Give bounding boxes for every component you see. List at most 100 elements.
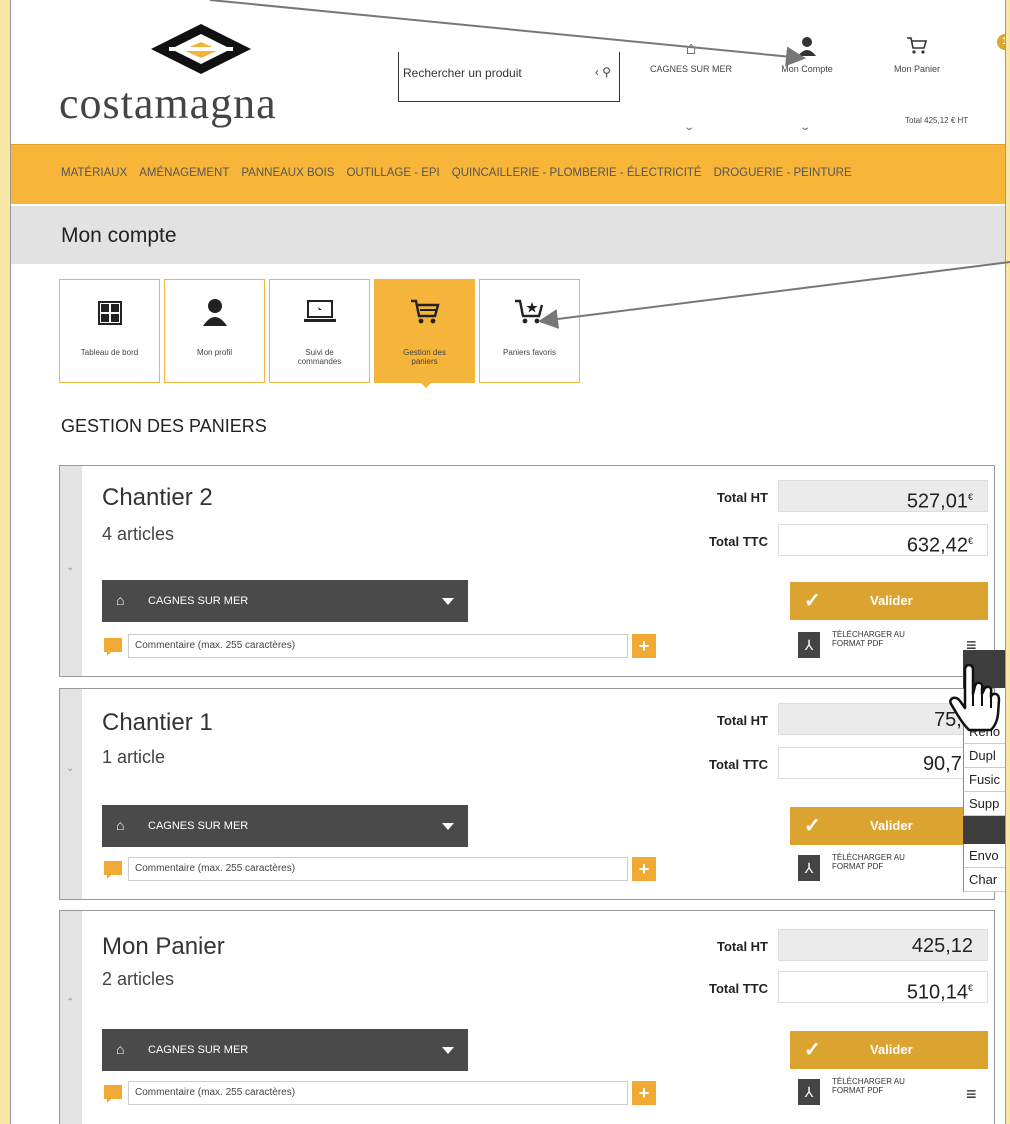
tile-profile[interactable]: Mon profil [164, 279, 265, 383]
pdf-icon[interactable]: ⅄ [798, 855, 820, 881]
add-comment-button[interactable]: + [632, 634, 656, 658]
pdf-line-2: FORMAT PDF [832, 1086, 884, 1095]
chevron-down-icon[interactable]: ⌄ [683, 122, 695, 133]
search-box[interactable]: Rechercher un produit ‹ ⚲ [398, 52, 620, 102]
nav-item-amenagement[interactable]: AMÉNAGEMENT [139, 167, 229, 179]
account-tiles: Tableau de bord Mon profil Suivi de comm… [59, 279, 580, 388]
cart-card: ⌄ Mon Panier 2 articles Total HT 425,12 … [59, 910, 995, 1124]
tile-cart-management[interactable]: Gestion des paniers [374, 279, 475, 388]
validate-button[interactable]: ✓ Valider [790, 582, 988, 620]
title-bar: Mon compte [11, 206, 1005, 264]
tile-dashboard[interactable]: Tableau de bord [59, 279, 160, 383]
pdf-line-1: TÉLÉCHARGER AU [832, 630, 905, 639]
card-sidebar[interactable] [60, 911, 82, 1124]
pdf-download-link[interactable]: TÉLÉCHARGER AU FORMAT PDF [832, 853, 905, 871]
pdf-download-link[interactable]: TÉLÉCHARGER AU FORMAT PDF [832, 1077, 905, 1095]
cart-count: 1 article [102, 747, 166, 767]
store-dropdown-label: CAGNES SUR MER [148, 820, 249, 832]
pdf-download-link[interactable]: TÉLÉCHARGER AU FORMAT PDF [832, 630, 905, 648]
add-comment-button[interactable]: + [632, 1081, 656, 1105]
total-ht-value: 527,01€ [778, 480, 988, 513]
check-icon: ✓ [804, 1039, 821, 1061]
search-icon[interactable]: ‹ ⚲ [595, 65, 611, 79]
comment-input[interactable]: Commentaire (max. 255 caractères) [128, 857, 628, 881]
hand-cursor-icon [949, 664, 1001, 732]
pdf-line-1: TÉLÉCHARGER AU [832, 1077, 905, 1086]
logo-text: costamagna [59, 79, 277, 128]
account-link[interactable]: Mon Compte [757, 36, 857, 74]
total-ht-amount: 527,01 [906, 490, 968, 513]
validate-button[interactable]: ✓ Valider [790, 1031, 988, 1069]
pdf-icon[interactable]: ⅄ [798, 632, 820, 658]
grid-icon [60, 298, 159, 334]
pdf-icon[interactable]: ⅄ [798, 1079, 820, 1105]
cart-count: 4 articles [102, 524, 175, 544]
nav-item-quincaillerie[interactable]: QUINCAILLERIE - PLOMBERIE - ÉLECTRICITÉ [452, 167, 702, 179]
store-dropdown[interactable]: ⌂ CAGNES SUR MER [102, 580, 468, 622]
menu-item-duplicate[interactable]: Dupl [963, 744, 1005, 768]
tile-label: Paniers favoris [503, 348, 556, 357]
chevron-up-icon[interactable]: ⌄ [66, 995, 74, 1006]
main-nav: MATÉRIAUX AMÉNAGEMENT PANNEAUX BOIS OUTI… [11, 144, 1005, 204]
chevron-down-icon[interactable]: ⌄ [799, 122, 811, 133]
tile-label: Mon profil [196, 348, 233, 357]
comment-input[interactable]: Commentaire (max. 255 caractères) [128, 634, 628, 658]
pdf-line-2: FORMAT PDF [832, 862, 884, 871]
cart-card: ⌄ Chantier 2 4 articles Total HT 527,01€… [59, 465, 995, 677]
menu-item-delete[interactable]: Supp [963, 792, 1005, 816]
cart-icon [867, 36, 967, 60]
store-dropdown-label: CAGNES SUR MER [148, 595, 249, 607]
currency: € [967, 536, 973, 546]
menu-item-change[interactable]: Char [963, 868, 1005, 892]
chevron-down-icon[interactable]: ⌄ [66, 562, 74, 573]
cart-count: 2 articles [102, 969, 175, 989]
menu-item-send[interactable]: Envo [963, 844, 1005, 868]
validate-button[interactable]: ✓ Valider [790, 807, 988, 845]
card-sidebar[interactable] [60, 689, 82, 899]
menu-divider [963, 816, 1005, 844]
nav-item-materiaux[interactable]: MATÉRIAUX [61, 167, 127, 179]
total-ttc-amount: 510,14 [906, 981, 968, 1004]
nav-item-outillage[interactable]: OUTILLAGE - EPI [346, 167, 439, 179]
site-header: costamagna Rechercher un produit ‹ ⚲ ⌂ C… [11, 0, 1005, 144]
user-icon [165, 298, 264, 334]
nav-item-droguerie[interactable]: DROGUERIE - PEINTURE [714, 167, 852, 179]
account-label: Mon Compte [781, 64, 833, 74]
caret-down-icon [442, 823, 454, 830]
costamagna-logo[interactable]: costamagna [59, 22, 329, 128]
search-input[interactable]: Rechercher un produit [403, 66, 522, 80]
total-ttc-value: 632,42€ [778, 524, 988, 557]
cart-icon [375, 298, 474, 334]
pdf-line-1: TÉLÉCHARGER AU [832, 853, 905, 862]
chevron-down-icon[interactable]: ⌄ [66, 763, 74, 774]
home-icon: ⌂ [116, 592, 125, 608]
cart-card: ⌄ Chantier 1 1 article Total HT 75,5 Tot… [59, 688, 995, 900]
store-selector[interactable]: ⌂ CAGNES SUR MER [641, 36, 741, 74]
hamburger-menu-icon[interactable]: ≡ [966, 1085, 977, 1103]
comment-icon [104, 1085, 122, 1103]
check-icon: ✓ [804, 590, 821, 612]
comment-icon [104, 861, 122, 879]
tile-orders[interactable]: Suivi de commandes [269, 279, 370, 383]
cart-link[interactable]: Mon Panier [867, 36, 967, 74]
caret-down-icon [442, 598, 454, 605]
home-icon: ⌂ [116, 817, 125, 833]
currency: € [967, 492, 973, 502]
store-dropdown[interactable]: ⌂ CAGNES SUR MER [102, 805, 468, 847]
comment-input[interactable]: Commentaire (max. 255 caractères) [128, 1081, 628, 1105]
tile-favorite-carts[interactable]: Paniers favoris [479, 279, 580, 383]
add-comment-button[interactable]: + [632, 857, 656, 881]
home-icon: ⌂ [116, 1041, 125, 1057]
logo-diamond-icon [151, 24, 251, 74]
tile-label: Tableau de bord [80, 348, 139, 357]
validate-label: Valider [870, 593, 913, 608]
section-title: GESTION DES PANIERS [61, 416, 267, 436]
page: costamagna Rechercher un produit ‹ ⚲ ⌂ C… [10, 0, 1006, 1124]
cart-total: Total 425,12 € HT [905, 116, 969, 125]
total-ttc-label: Total TTC [709, 534, 768, 549]
tile-label: Gestion des paniers [403, 348, 446, 366]
menu-item-merge[interactable]: Fusic [963, 768, 1005, 792]
nav-item-panneaux-bois[interactable]: PANNEAUX BOIS [241, 167, 334, 179]
store-dropdown[interactable]: ⌂ CAGNES SUR MER [102, 1029, 468, 1071]
total-ttc-label: Total TTC [709, 981, 768, 996]
